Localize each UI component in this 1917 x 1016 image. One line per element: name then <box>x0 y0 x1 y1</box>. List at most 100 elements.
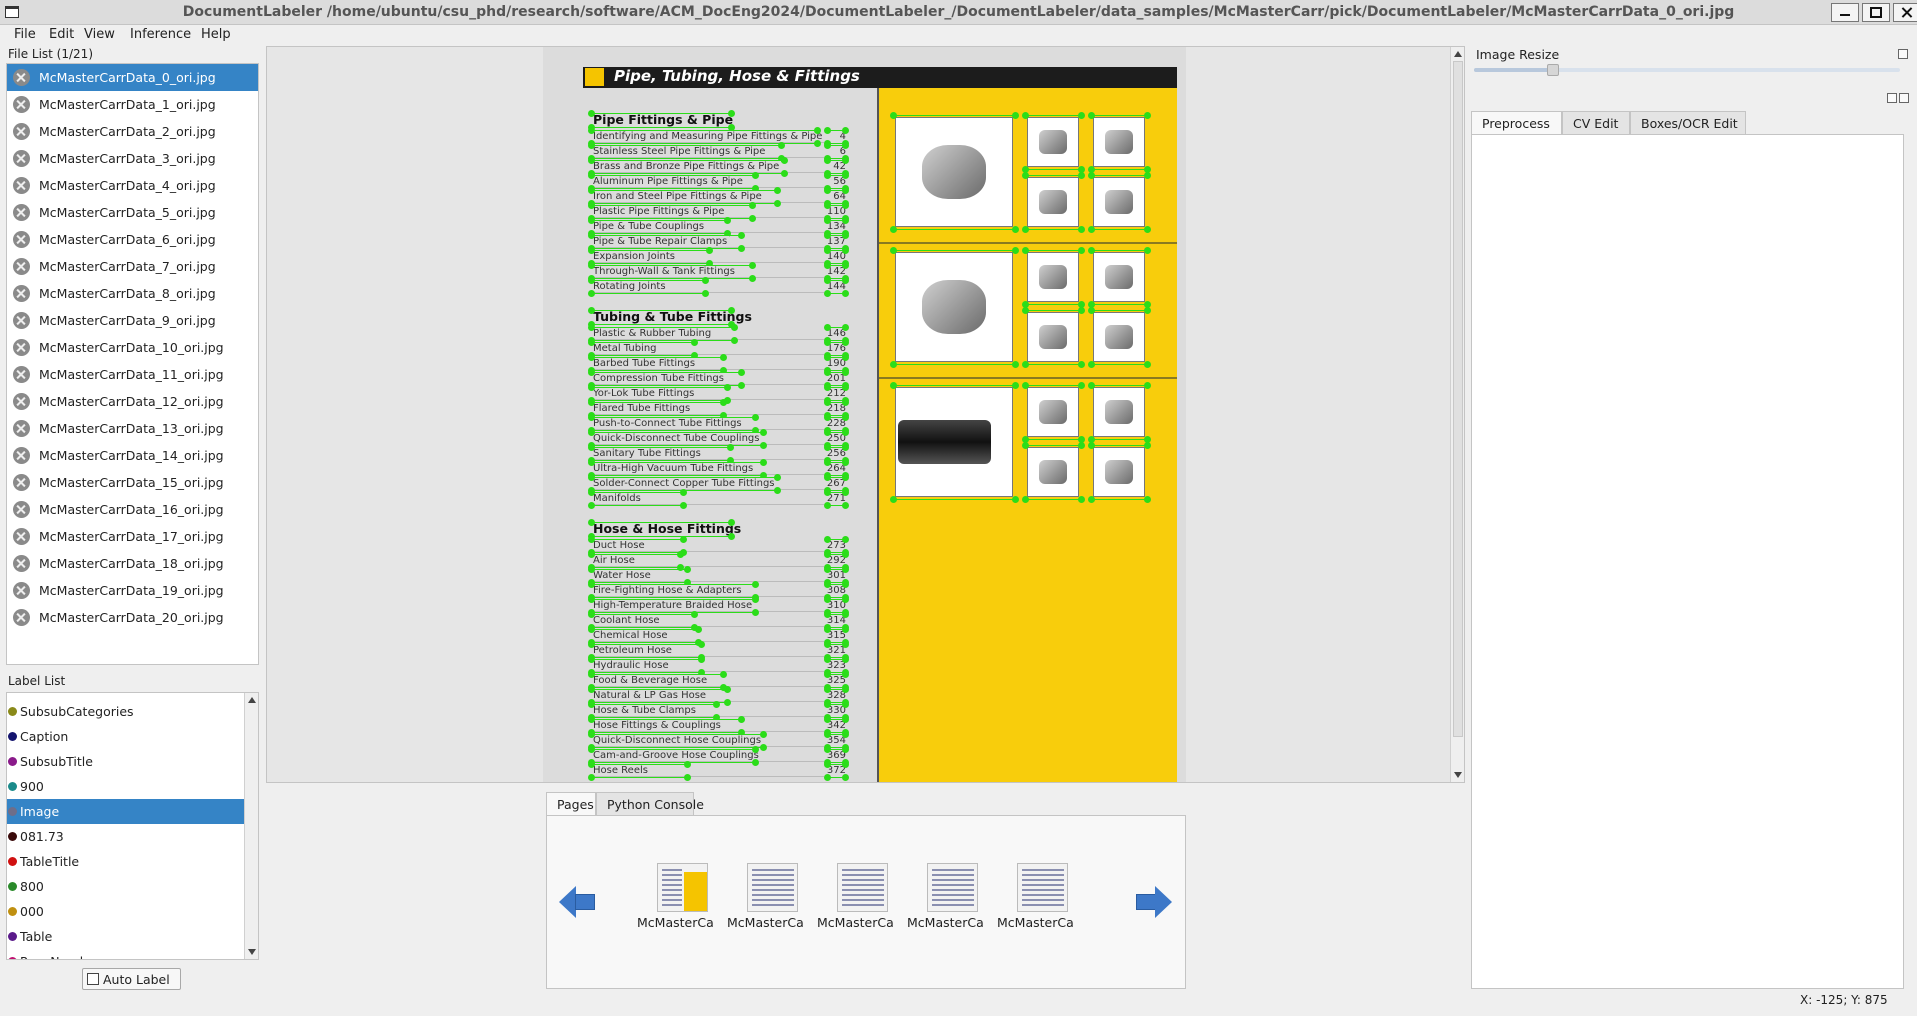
file-list-item[interactable]: McMasterCarrData_4_ori.jpg <box>7 172 258 199</box>
label-list-item[interactable]: 800 <box>7 874 245 899</box>
close-panel-icon[interactable] <box>1899 93 1909 103</box>
unlabeled-x-icon <box>13 366 30 383</box>
menu-help[interactable]: Help <box>201 27 231 42</box>
file-list-item[interactable]: McMasterCarrData_14_ori.jpg <box>7 442 258 469</box>
menu-file[interactable]: File <box>14 27 36 42</box>
file-list-item[interactable]: McMasterCarrData_19_ori.jpg <box>7 577 258 604</box>
canvas-scroll-thumb[interactable] <box>1453 61 1463 737</box>
page-thumbnail-image <box>927 863 978 912</box>
annotation-edge <box>591 475 763 476</box>
scroll-up-icon[interactable] <box>248 697 256 703</box>
label-list-item[interactable]: 081.73 <box>7 824 245 849</box>
file-list-item[interactable]: McMasterCarrData_12_ori.jpg <box>7 388 258 415</box>
menu-view[interactable]: View <box>84 27 115 42</box>
next-page-button[interactable] <box>1136 886 1172 918</box>
thumb-line <box>752 889 794 891</box>
annotation-edge <box>591 263 709 264</box>
file-list-item[interactable]: McMasterCarrData_6_ori.jpg <box>7 226 258 253</box>
file-list-item[interactable]: McMasterCarrData_13_ori.jpg <box>7 415 258 442</box>
file-list-item[interactable]: McMasterCarrData_18_ori.jpg <box>7 550 258 577</box>
file-list-item[interactable]: McMasterCarrData_1_ori.jpg <box>7 91 258 118</box>
image-canvas[interactable]: Pipe, Tubing, Hose & Fittings Pipe Fitti… <box>266 46 1465 783</box>
tab-boxes-ocr-edit[interactable]: Boxes/OCR Edit <box>1630 111 1746 135</box>
scroll-down-icon[interactable] <box>248 949 256 955</box>
document-toc-row: Quick-Disconnect Tube Couplings 250 <box>593 432 846 446</box>
label-list-item[interactable]: Table <box>7 924 245 949</box>
label-list-item[interactable]: Image <box>7 799 245 824</box>
file-list-item[interactable]: McMasterCarrData_5_ori.jpg <box>7 199 258 226</box>
label-list-item[interactable]: SubsubCategories <box>7 699 245 724</box>
label-list-item[interactable]: PageNumber <box>7 949 245 959</box>
fitting-icon <box>1105 325 1133 349</box>
label-list-item[interactable]: TableTitle <box>7 849 245 874</box>
label-list-item[interactable]: 900 <box>7 774 245 799</box>
auto-label-button[interactable]: Auto Label <box>82 968 181 990</box>
thumb-line <box>842 899 884 901</box>
file-list-item[interactable]: McMasterCarrData_20_ori.jpg <box>7 604 258 631</box>
close-window-button[interactable] <box>1893 3 1917 22</box>
minimize-button[interactable] <box>1831 3 1859 22</box>
page-thumbnail[interactable]: McMasterCa <box>907 863 987 930</box>
document-toc-row: Hose Fittings & Couplings 342 <box>593 719 846 733</box>
product-photo <box>895 117 1013 227</box>
maximize-button[interactable] <box>1862 3 1890 22</box>
file-list-item[interactable]: McMasterCarrData_2_ori.jpg <box>7 118 258 145</box>
float-panel-icon[interactable] <box>1887 93 1897 103</box>
canvas-scrollbar[interactable] <box>1450 47 1464 782</box>
thumb-line <box>752 904 794 906</box>
file-list-item[interactable]: McMasterCarrData_16_ori.jpg <box>7 496 258 523</box>
file-list-item[interactable]: McMasterCarrData_11_ori.jpg <box>7 361 258 388</box>
menu-edit[interactable]: Edit <box>49 27 74 42</box>
tab-preprocess[interactable]: Preprocess <box>1471 111 1562 136</box>
thumb-line <box>842 869 884 871</box>
tab-pages[interactable]: Pages <box>546 792 596 817</box>
annotation-edge <box>1091 310 1147 311</box>
image-resize-slider[interactable] <box>1474 68 1900 72</box>
page-thumbnail[interactable]: McMasterCa <box>997 863 1077 930</box>
tab-cv-edit[interactable]: CV Edit <box>1562 111 1630 135</box>
float-panel-icon[interactable] <box>1898 49 1908 59</box>
tab-python-console[interactable]: Python Console <box>596 792 704 816</box>
page-thumbnail[interactable]: McMasterCa <box>637 863 717 930</box>
annotation-edge <box>591 385 741 386</box>
file-list-item[interactable]: McMasterCarrData_0_ori.jpg <box>7 64 258 91</box>
scroll-up-icon[interactable] <box>1454 51 1462 57</box>
menu-inference[interactable]: Inference <box>130 27 191 42</box>
file-list-item[interactable]: McMasterCarrData_15_ori.jpg <box>7 469 258 496</box>
toc-entry-text: Stainless Steel Pipe Fittings & Pipe <box>593 146 768 157</box>
label-list[interactable]: PageNumber Table 000 800 TableTitle 081.73 Ima… <box>6 692 259 960</box>
image-resize-slider-handle[interactable] <box>1547 64 1559 76</box>
annotation-edge <box>1025 499 1081 500</box>
previous-page-button[interactable] <box>559 886 595 918</box>
thumb-line <box>662 884 682 886</box>
annotation-edge <box>1025 445 1081 446</box>
fitting-icon <box>1105 190 1133 214</box>
file-list-item[interactable]: McMasterCarrData_9_ori.jpg <box>7 307 258 334</box>
page-thumbnail[interactable]: McMasterCa <box>727 863 807 930</box>
document-toc-row: Through-Wall & Tank Fittings 142 <box>593 265 846 279</box>
label-list-item[interactable]: Caption <box>7 724 245 749</box>
scroll-down-icon[interactable] <box>1454 772 1462 778</box>
page-thumbnail[interactable]: McMasterCa <box>817 863 897 930</box>
label-list-scrollbar[interactable] <box>244 693 258 959</box>
document-section-heading: Pipe Fittings & Pipe <box>593 112 734 127</box>
file-list-item[interactable]: McMasterCarrData_8_ori.jpg <box>7 280 258 307</box>
file-list[interactable]: McMasterCarrData_0_ori.jpg McMasterCarrDa… <box>6 63 259 665</box>
annotation-edge <box>827 614 845 615</box>
file-list-item[interactable]: McMasterCarrData_17_ori.jpg <box>7 523 258 550</box>
thumb-line <box>752 884 794 886</box>
document-toc-row: Pipe & Tube Couplings 134 <box>593 220 846 234</box>
annotation-edge <box>591 539 684 540</box>
label-list-item[interactable]: 000 <box>7 899 245 924</box>
panel-divider <box>879 377 1177 379</box>
annotation-edge <box>827 432 845 433</box>
annotation-edge <box>827 447 845 448</box>
file-list-item[interactable]: McMasterCarrData_3_ori.jpg <box>7 145 258 172</box>
thumb-line <box>752 869 794 871</box>
unlabeled-x-icon <box>13 528 30 545</box>
annotation-edge <box>827 505 845 506</box>
fitting-icon <box>1039 190 1067 214</box>
file-list-item[interactable]: McMasterCarrData_10_ori.jpg <box>7 334 258 361</box>
label-list-item[interactable]: SubsubTitle <box>7 749 245 774</box>
file-list-item[interactable]: McMasterCarrData_7_ori.jpg <box>7 253 258 280</box>
